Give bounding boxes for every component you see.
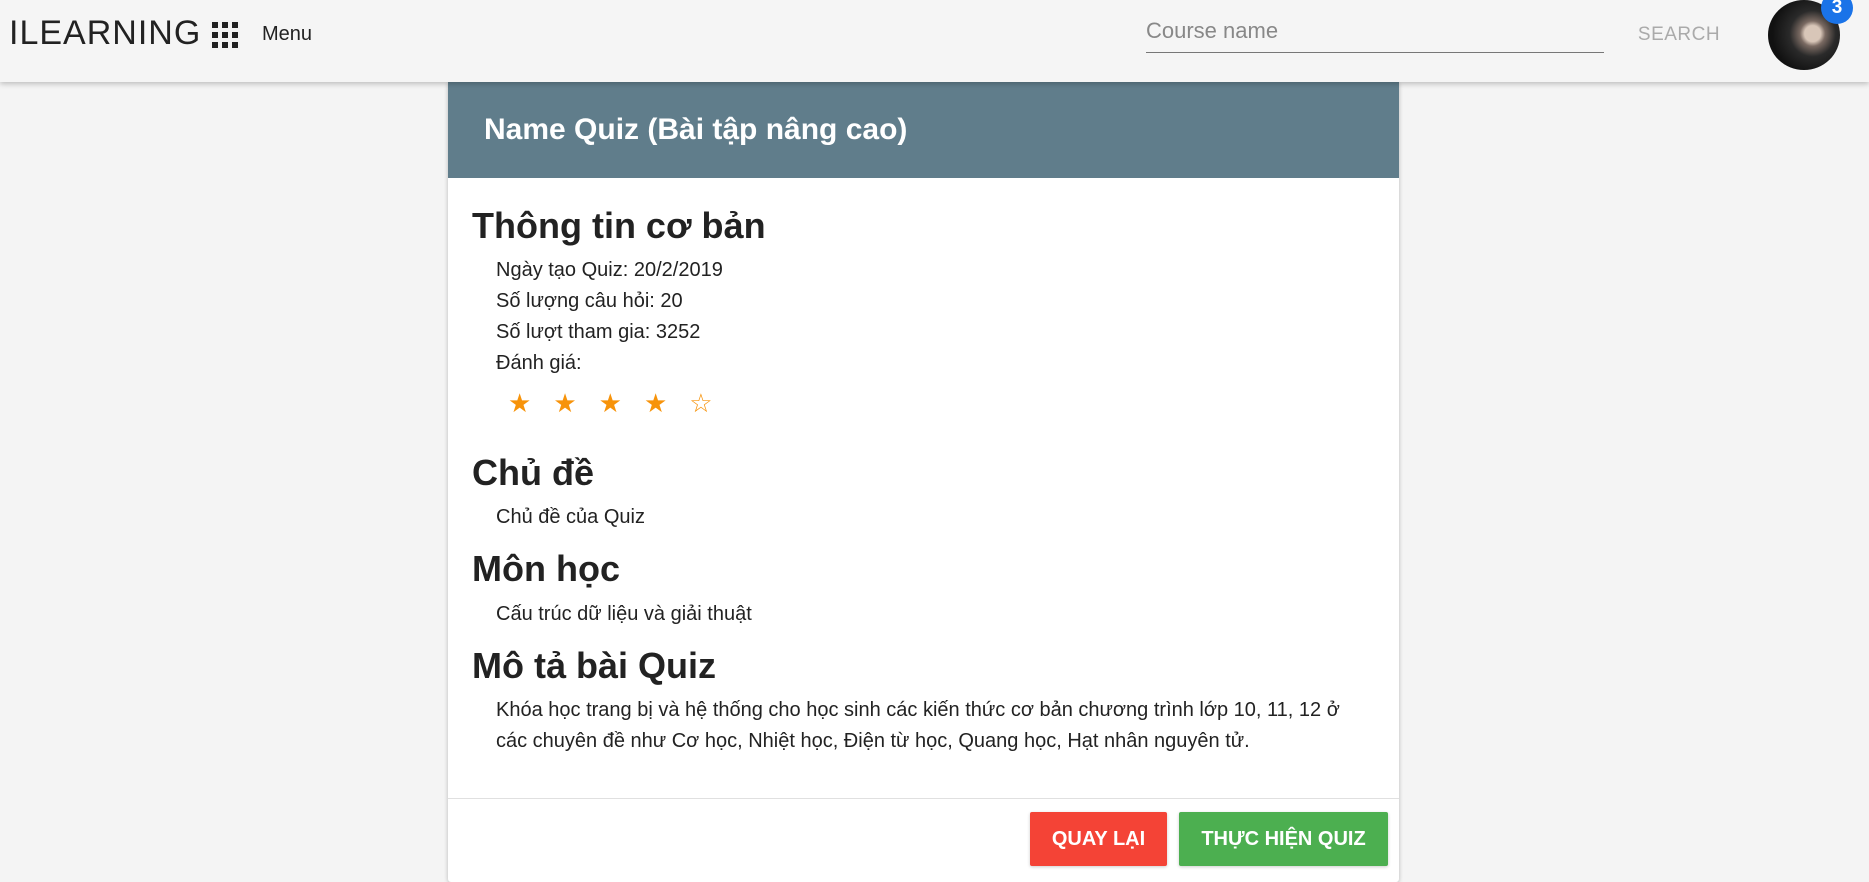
description-heading: Mô tả bài Quiz [472, 644, 717, 686]
apps-grid-icon[interactable] [212, 22, 238, 48]
star-filled-icon: ★ [553, 388, 577, 419]
basic-info-list: Ngày tạo Quiz: 20/2/2019 Số lượng câu hỏ… [472, 255, 1375, 421]
star-filled-icon: ★ [643, 388, 668, 419]
quiz-title: Name Quiz (Bài tập nâng cao) [448, 82, 1399, 178]
topic-heading: Chủ đề [472, 452, 594, 494]
star-filled-icon: ★ [508, 388, 532, 419]
quiz-card: Name Quiz (Bài tập nâng cao) Thông tin c… [448, 82, 1399, 882]
search-button[interactable]: SEARCH [1624, 18, 1734, 52]
back-button[interactable]: QUAY LẠI [1030, 812, 1167, 866]
rating-label: Đánh giá: [496, 352, 582, 375]
star-empty-icon: ☆ [689, 388, 713, 419]
top-bar: ILEARNING Menu SEARCH 3 [0, 0, 1869, 82]
rating-stars: ★ ★ ★ ★ ☆ [496, 385, 1375, 421]
start-quiz-button[interactable]: THỰC HIỆN QUIZ [1179, 812, 1388, 866]
basic-info-heading: Thông tin cơ bản [472, 205, 766, 246]
menu-button[interactable]: Menu [262, 23, 312, 46]
brand-logo[interactable]: ILEARNING [9, 14, 201, 53]
course-search-input[interactable] [1146, 10, 1604, 53]
description-text: Khóa học trang bị và hệ thống cho học si… [496, 698, 1340, 752]
topic-text: Chủ đề của Quiz [496, 506, 645, 529]
card-divider [448, 798, 1399, 799]
participant-count: Số lượt tham gia: 3252 [496, 321, 701, 344]
created-date: Ngày tạo Quiz: 20/2/2019 [496, 259, 723, 282]
star-filled-icon: ★ [598, 388, 622, 419]
question-count: Số lượng câu hỏi: 20 [496, 290, 683, 313]
subject-heading: Môn học [472, 548, 620, 590]
quiz-details: Thông tin cơ bản Ngày tạo Quiz: 20/2/201… [448, 178, 1399, 757]
subject-text: Cấu trúc dữ liệu và giải thuật [496, 602, 752, 625]
